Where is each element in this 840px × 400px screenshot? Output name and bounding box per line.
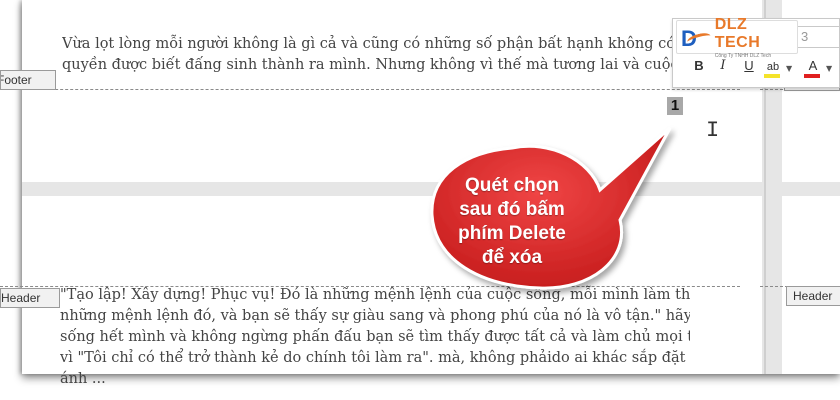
highlight-color-bar <box>764 74 780 78</box>
font-color-bar <box>804 74 820 78</box>
bottom-text-line: vì "Tôi chỉ có thể trở thành kẻ do chính… <box>60 350 690 366</box>
logo-mark-icon: D <box>681 24 712 51</box>
top-text-line: Vừa lọt lòng mỗi người không là gì cả và… <box>62 36 675 52</box>
bottom-text-line: sống hết mình và không ngừng phấn đấu bạ… <box>60 329 690 345</box>
callout-text: Quét chọn sau đó bấm phím Delete để xóa <box>436 174 588 270</box>
top-body-text[interactable]: Vừa lọt lòng mỗi người không là gì cả và… <box>62 34 692 76</box>
highlight-button[interactable]: ab <box>764 58 782 78</box>
top-text-line: quyền được biết đấng sinh thành ra mình.… <box>62 57 692 73</box>
callout-line: để xóa <box>481 247 543 268</box>
callout-line: sau đó bấm <box>459 199 565 220</box>
bottom-text-line: ánh ... <box>60 371 106 387</box>
font-color-button[interactable]: A <box>804 58 822 78</box>
bottom-text-line: những mệnh lệnh đó, và bạn sẽ thấy sự gi… <box>60 308 690 324</box>
font-color-icon: A <box>808 58 818 73</box>
highlight-icon: ab <box>766 61 780 73</box>
brand-logo: D DLZ TECH Công Ty TNHH DLZ Tech <box>676 16 798 59</box>
logo-name: DLZ TECH <box>714 15 761 51</box>
logo-subtitle: Công Ty TNHH DLZ Tech <box>714 52 772 59</box>
callout-line: Quét chọn <box>465 175 559 196</box>
italic-button[interactable]: I <box>714 58 732 73</box>
header-tag-right[interactable]: Header <box>786 286 840 306</box>
header-tag[interactable]: Header <box>0 288 60 308</box>
footer-boundary <box>0 89 740 90</box>
footer-tag[interactable]: Footer <box>0 70 56 90</box>
next-page-bottom[interactable] <box>782 196 840 374</box>
font-size-box[interactable]: 3 <box>796 26 840 48</box>
page-number-selected[interactable]: 1 <box>667 97 683 115</box>
highlight-dropdown-icon[interactable]: ▼ <box>786 64 792 73</box>
callout-line: phím Delete <box>458 223 566 244</box>
font-color-dropdown-icon[interactable]: ▼ <box>826 64 832 73</box>
text-cursor-icon: I <box>706 118 720 143</box>
bottom-body-text[interactable]: "Tạo lập! Xây dựng! Phục vụ! Đó là những… <box>60 285 690 390</box>
bold-button[interactable]: B <box>690 58 708 73</box>
underline-button[interactable]: U <box>740 58 758 73</box>
